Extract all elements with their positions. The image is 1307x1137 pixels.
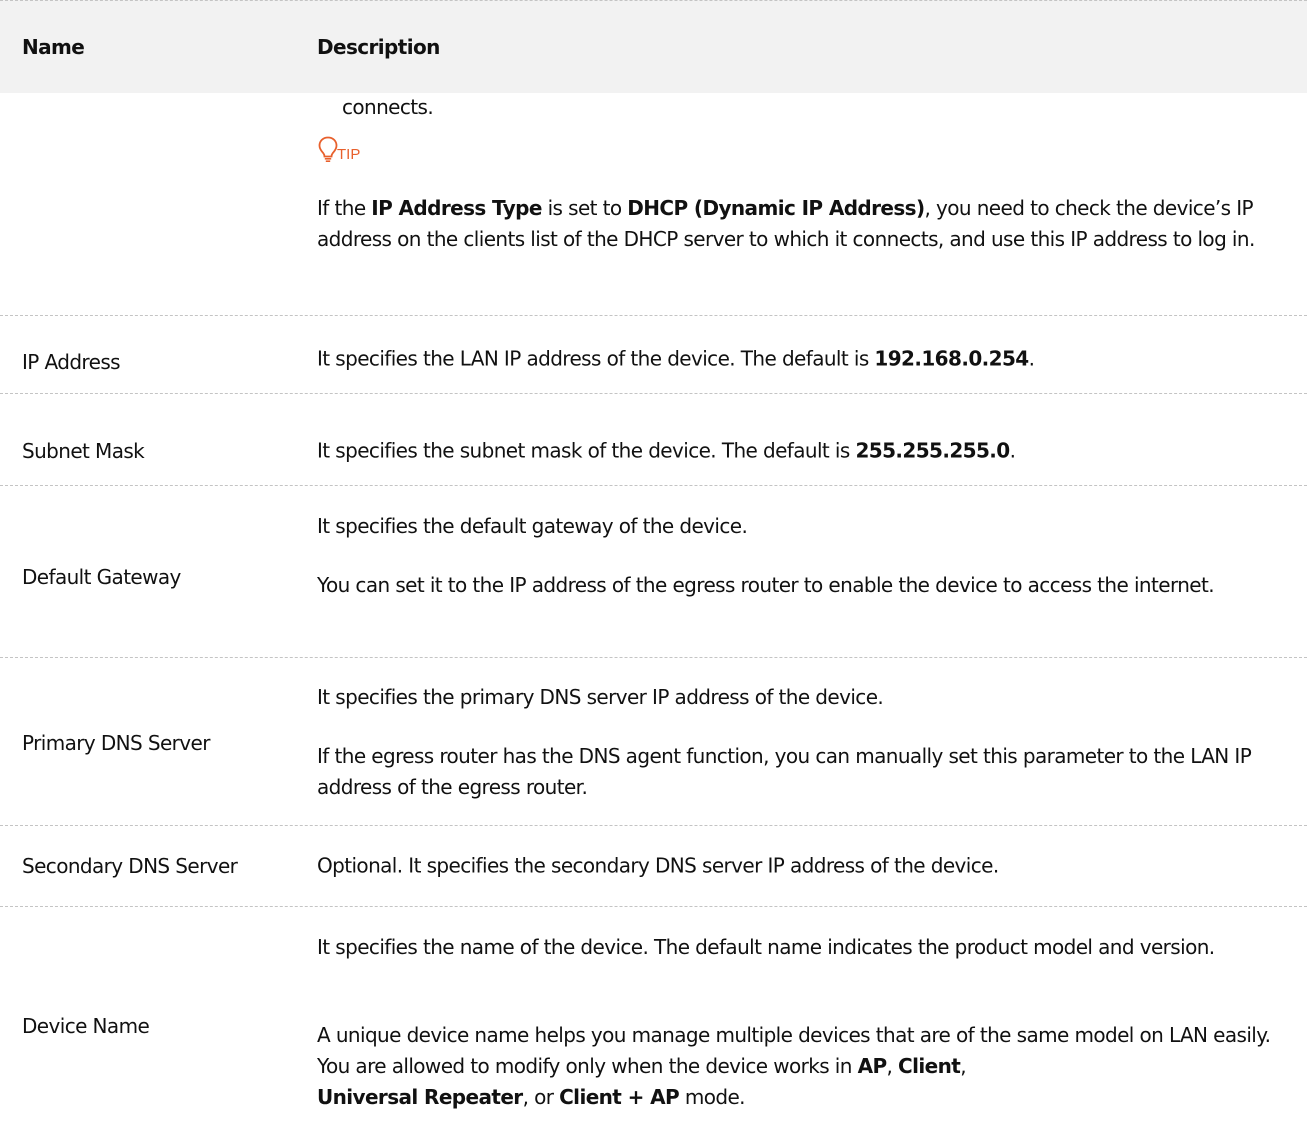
mode-universal-repeater: Universal Repeater: [317, 1085, 523, 1109]
tip-callout: TIP: [317, 135, 362, 163]
table-header: Name Description: [0, 0, 1307, 93]
table-row-secondary-dns: Secondary DNS Server Optional. It specif…: [0, 826, 1307, 907]
param-name: Device Name: [22, 1014, 150, 1038]
description-part: .: [1009, 438, 1016, 463]
table-row-subnet-mask: Subnet Mask It specifies the subnet mask…: [0, 394, 1307, 486]
tip-text-part: If the: [317, 196, 372, 220]
table-row-device-name: Device Name It specifies the name of the…: [0, 907, 1307, 1137]
header-description: Description: [317, 35, 440, 59]
mode-ap: AP: [857, 1054, 888, 1078]
tip-text-bold: IP Address Type: [371, 196, 542, 220]
description-part: , or: [522, 1085, 560, 1109]
param-description: Optional. It specifies the secondary DNS…: [317, 853, 999, 878]
param-name: Default Gateway: [22, 565, 181, 589]
param-description-1: It specifies the primary DNS server IP a…: [317, 685, 884, 709]
mode-client: Client: [898, 1054, 961, 1078]
param-description-1: It specifies the name of the device. The…: [317, 935, 1215, 959]
description-part: ,: [886, 1054, 899, 1078]
param-name: Primary DNS Server: [22, 731, 210, 755]
tip-label: TIP: [337, 146, 361, 163]
continuation-text: connects.: [342, 95, 434, 119]
default-value: 192.168.0.254: [874, 346, 1029, 371]
param-description-2: You can set it to the IP address of the …: [317, 573, 1215, 597]
description-part: It specifies the LAN IP address of the d…: [317, 346, 875, 371]
table-row-continuation: connects. TIP If the IP Address Type is …: [0, 93, 1307, 316]
table-row-primary-dns: Primary DNS Server It specifies the prim…: [0, 658, 1307, 826]
header-name: Name: [22, 35, 85, 59]
param-description-2: If the egress router has the DNS agent f…: [317, 744, 1252, 799]
tip-text: If the IP Address Type is set to DHCP (D…: [317, 193, 1297, 255]
table-row-default-gateway: Default Gateway It specifies the default…: [0, 486, 1307, 658]
param-description: It specifies the LAN IP address of the d…: [317, 344, 1297, 375]
table-row-ip-address: IP Address It specifies the LAN IP addre…: [0, 316, 1307, 394]
default-value: 255.255.255.0: [855, 438, 1010, 463]
param-description: It specifies the subnet mask of the devi…: [317, 436, 1297, 467]
description-part: A unique device name helps you manage mu…: [317, 1023, 1271, 1078]
description-part: ,: [960, 1054, 966, 1078]
tip-text-part: is set to: [541, 196, 628, 220]
param-name: Subnet Mask: [22, 439, 145, 463]
lightbulb-icon: [317, 136, 339, 163]
param-name: IP Address: [22, 350, 121, 374]
description-part: .: [1028, 346, 1035, 371]
param-description-1: It specifies the default gateway of the …: [317, 514, 748, 538]
description-part: It specifies the subnet mask of the devi…: [317, 438, 856, 463]
param-description-2: A unique device name helps you manage mu…: [317, 1020, 1297, 1113]
mode-client-ap: Client + AP: [559, 1085, 680, 1109]
param-name: Secondary DNS Server: [22, 854, 238, 878]
tip-text-bold: DHCP (Dynamic IP Address): [627, 196, 925, 220]
description-part: mode.: [679, 1085, 746, 1109]
